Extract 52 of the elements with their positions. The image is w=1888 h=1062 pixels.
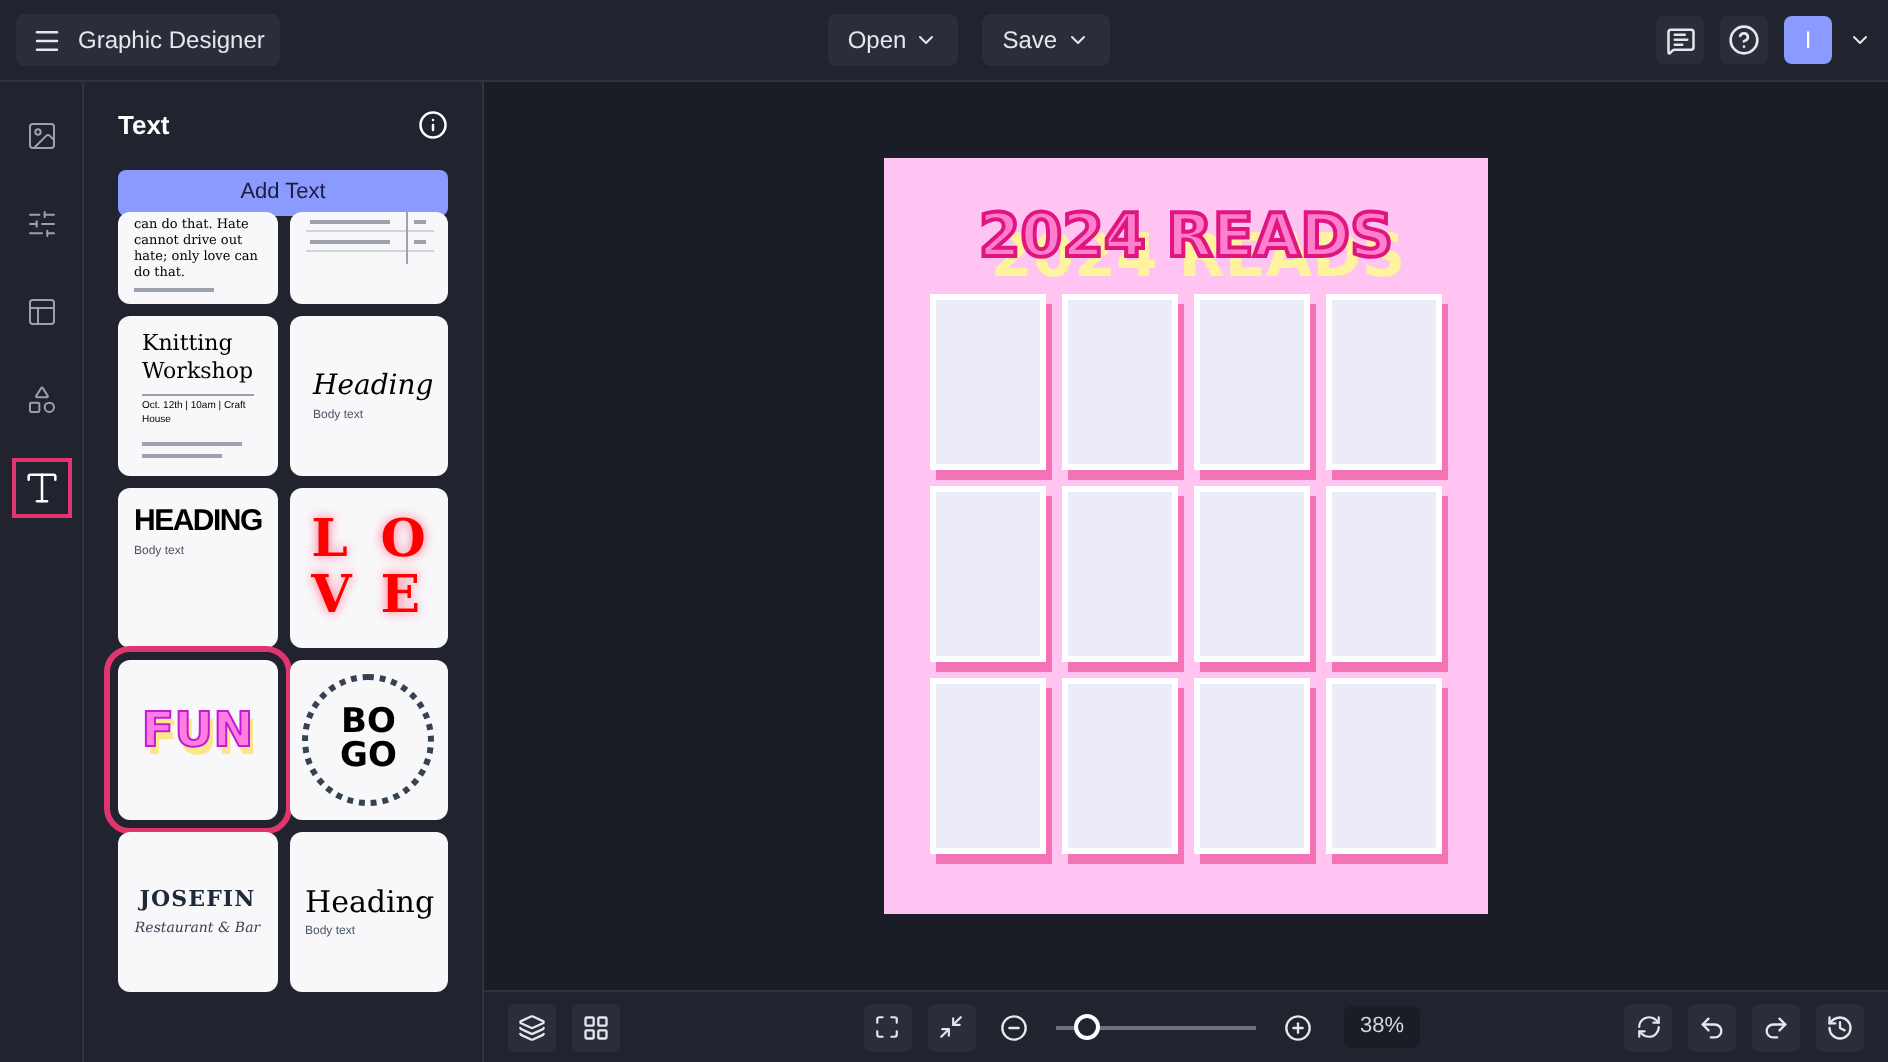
- add-text-button[interactable]: Add Text: [118, 169, 448, 215]
- love-letter: V: [311, 567, 355, 623]
- love-letter: O: [380, 511, 426, 567]
- template-card[interactable]: BO GO: [289, 659, 448, 819]
- history-button[interactable]: [1816, 1003, 1864, 1051]
- app-menu-button[interactable]: Graphic Designer: [16, 14, 281, 66]
- menu-icon: [32, 25, 62, 55]
- panel-title: Text: [118, 108, 170, 144]
- help-icon: [1728, 24, 1760, 56]
- text-tool-button[interactable]: [11, 458, 71, 518]
- menu-dropdown[interactable]: Save: [982, 14, 1110, 66]
- template-title: JOSEFIN: [139, 884, 256, 916]
- zoom-out-icon[interactable]: [999, 1013, 1028, 1041]
- template-heading: Heading: [305, 881, 432, 924]
- zoom-slider-thumb[interactable]: [1073, 1014, 1100, 1040]
- history-icon: [1826, 1013, 1854, 1041]
- shrink-button[interactable]: [927, 1003, 976, 1051]
- expand-icon: [874, 1014, 901, 1040]
- zoom-in-icon[interactable]: [1283, 1013, 1312, 1041]
- shapes-icon: [25, 384, 57, 416]
- shrink-icon: [938, 1014, 965, 1040]
- love-letter: L: [311, 511, 350, 567]
- zoom-reading[interactable]: 38%: [1343, 1006, 1421, 1048]
- info-icon[interactable]: [418, 110, 448, 141]
- poster-heading: 2024 READS: [978, 200, 1394, 276]
- love-letter: E: [380, 567, 423, 623]
- undo-icon: [1698, 1013, 1726, 1041]
- comment-button[interactable]: [1656, 16, 1704, 64]
- help-button[interactable]: [1720, 16, 1768, 64]
- menu-dropdown[interactable]: Open: [827, 14, 959, 66]
- refresh-button[interactable]: [1624, 1003, 1672, 1051]
- fit-screen-button[interactable]: [863, 1003, 912, 1051]
- template-title: Knitting Workshop: [142, 329, 253, 385]
- redo-button[interactable]: [1752, 1003, 1800, 1051]
- menu-table-drawing: [306, 211, 439, 263]
- grid-icon: [582, 1013, 610, 1041]
- redo-icon: [1762, 1013, 1790, 1041]
- bogo-badge: BO GO: [302, 673, 435, 805]
- template-card[interactable]: L O V E: [289, 487, 448, 647]
- comment-icon: [1665, 25, 1695, 55]
- undo-button[interactable]: [1688, 1003, 1736, 1051]
- layers-icon: [518, 1013, 546, 1041]
- template-heading: HEADING: [134, 501, 261, 542]
- placeholder-lines-drawing: [142, 437, 242, 461]
- fun-word: FUN: [141, 701, 254, 757]
- layers-button[interactable]: [508, 1003, 556, 1051]
- text-icon: [21, 468, 61, 508]
- refresh-icon: [1635, 1014, 1661, 1040]
- grid-button[interactable]: [572, 1003, 620, 1051]
- layout-icon: [25, 296, 57, 328]
- sliders-icon: [25, 208, 57, 240]
- image-icon: [25, 120, 57, 152]
